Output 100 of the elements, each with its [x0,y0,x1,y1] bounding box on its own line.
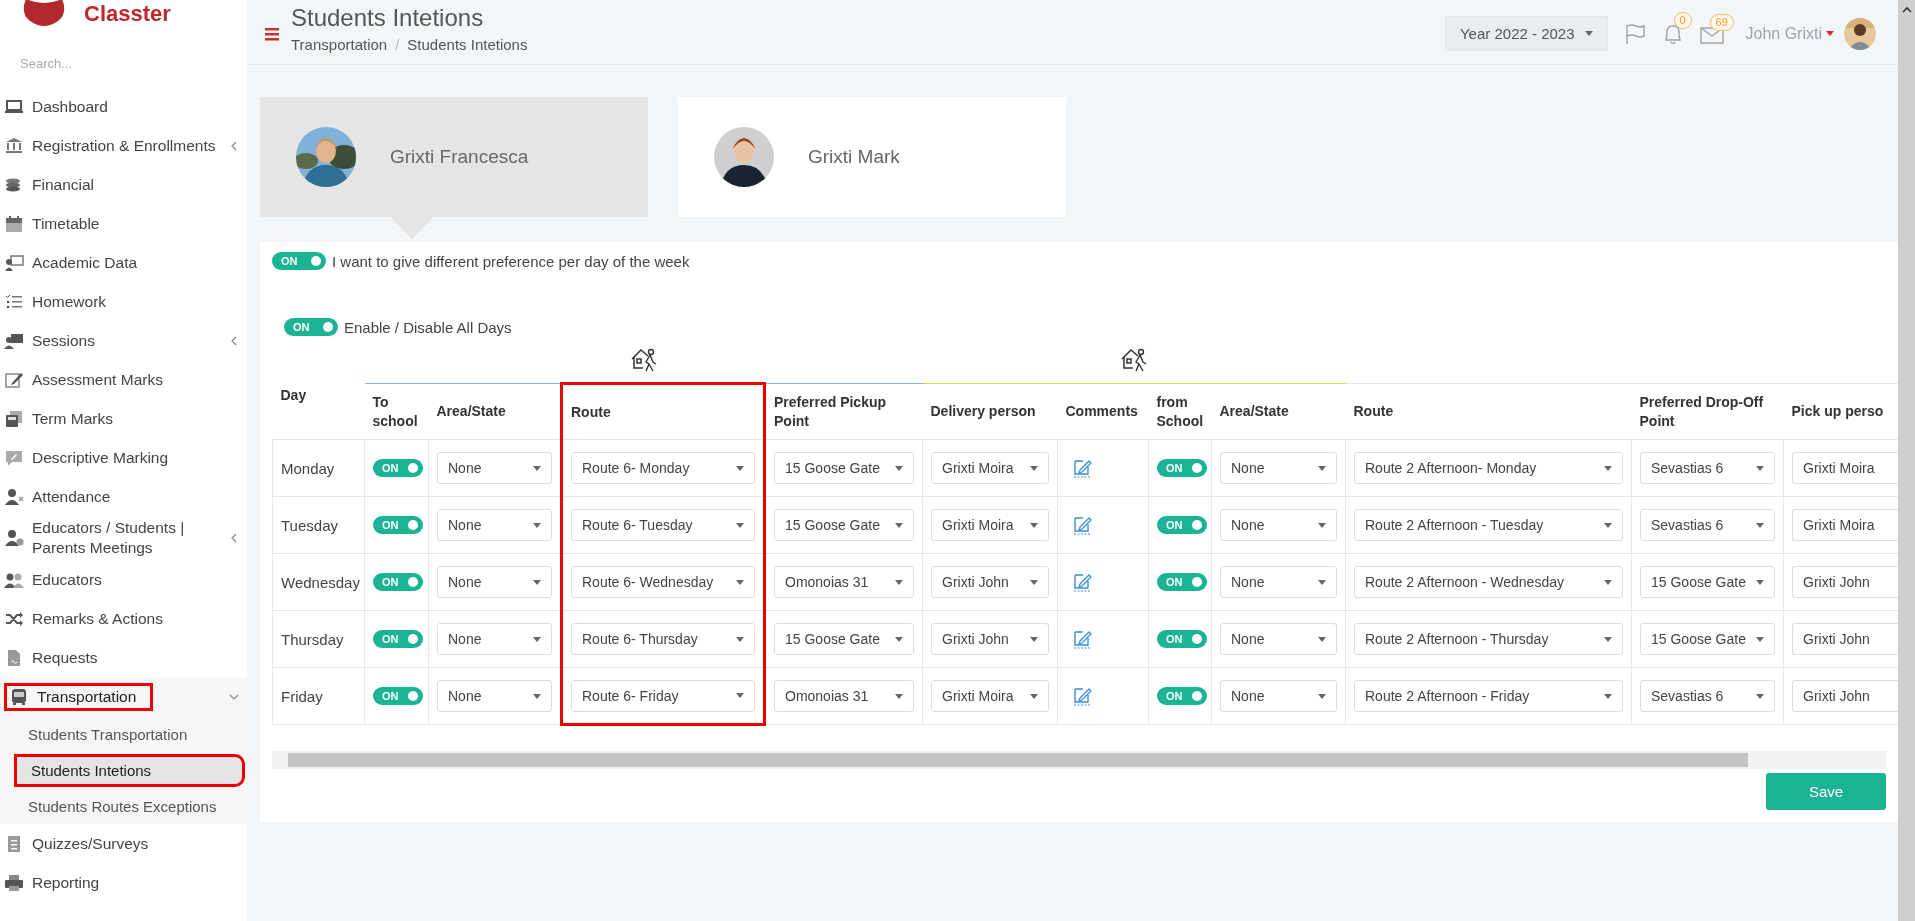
dropdown[interactable]: Route 2 Afternoon - Thursday [1354,623,1623,655]
student-name: Grixti Francesca [390,146,529,168]
nav-item[interactable]: Timetable [4,211,239,236]
nav-item[interactable]: Assessment Marks [4,367,239,392]
nav-item[interactable]: Requests [4,645,239,670]
dropdown[interactable]: None [1220,452,1337,484]
vertical-scrollbar[interactable] [1898,0,1915,921]
user-x-icon [4,486,24,507]
submenu-item[interactable]: Students Transportation [14,720,194,748]
dropdown[interactable]: None [1220,623,1337,655]
dropdown[interactable]: Grixti John [931,623,1049,655]
flag-icon[interactable] [1623,22,1646,45]
nav-item[interactable]: Transportation [4,682,154,711]
caret-icon [1318,579,1326,585]
dropdown[interactable]: None [437,680,552,712]
dropdown[interactable]: None [437,623,552,655]
dropdown[interactable]: None [1220,509,1337,541]
nav-item[interactable]: Remarks & Actions [4,606,239,631]
dropdown[interactable]: Route 6- Wednesday [571,566,755,598]
dropdown[interactable]: None [437,452,552,484]
nav-item[interactable]: Attendance [4,484,239,509]
dropdown[interactable]: None [437,566,552,598]
nav-item[interactable]: Educators / Students | Parents Meetings [4,516,229,560]
dropdown[interactable]: None [1220,566,1337,598]
dropdown[interactable]: Route 2 Afternoon - Tuesday [1354,509,1623,541]
breadcrumb-link[interactable]: Transportation [291,36,388,53]
dropdown[interactable]: None [437,509,552,541]
caret-icon [1030,693,1038,699]
caret-icon [1756,579,1764,585]
calculator-icon [4,408,24,429]
dropdown[interactable]: Grixti Moira [931,509,1049,541]
dropdown[interactable]: Sevastias 6 [1640,509,1775,541]
nav-item[interactable]: Term Marks [4,406,239,431]
dropdown[interactable]: 15 Goose Gate [774,452,914,484]
edit-icon[interactable] [1074,458,1092,478]
caret-icon [1604,522,1612,528]
caret-icon [736,693,744,698]
nav-item[interactable]: Quizzes/Surveys [4,831,239,856]
dropdown[interactable]: Route 6- Tuesday [571,509,755,541]
dropdown[interactable]: Route 2 Afternoon- Monday [1354,452,1623,484]
breadcrumb-link[interactable]: Students Intetions [407,36,528,53]
dropdown[interactable]: Route 2 Afternoon - Wednesday [1354,566,1623,598]
nav-item[interactable]: Sessions [4,328,229,353]
caret-icon [1604,636,1612,642]
dropdown[interactable]: 15 Goose Gate [774,509,914,541]
house-walker-icon [1120,347,1148,373]
dropdown[interactable]: Route 6- Thursday [571,623,755,655]
caret-icon [1756,636,1764,642]
edit-icon[interactable] [1074,629,1092,649]
nav-item[interactable]: Reporting [4,870,239,895]
nav-item[interactable]: Dashboard [4,94,239,119]
nav-item[interactable]: Descriptive Marking [4,445,239,470]
nav-item[interactable]: Registration & Enrollments [4,133,229,158]
message-badge: 69 [1709,13,1734,31]
dropdown[interactable]: Route 6- Friday [571,679,755,712]
column-header: Route [561,383,765,440]
dropdown[interactable]: 15 Goose Gate [1640,623,1775,655]
dropdown[interactable]: None [1220,680,1337,712]
submenu-item[interactable]: Students Routes Exceptions [14,792,223,820]
caret-icon [1756,522,1764,528]
nav-item[interactable]: Homework [4,289,239,314]
year-dropdown[interactable]: Year 2022 - 2023 [1445,16,1608,51]
day-cell: Friday [272,667,365,725]
chevron-icon[interactable] [229,140,239,151]
caret-icon [895,636,903,642]
nav-item[interactable]: Financial [4,172,239,197]
caret-icon [1318,693,1326,699]
nav-item[interactable]: Academic Data [4,250,239,275]
caret-up-icon[interactable] [1901,6,1912,14]
column-header: Day [272,342,365,440]
dropdown[interactable]: Route 2 Afternoon - Friday [1354,680,1623,712]
column-header: Preferred Pickup Point [764,383,923,440]
caret-icon [1030,465,1038,471]
caret-icon [1318,522,1326,528]
edit-icon[interactable] [1074,515,1092,535]
caret-icon [533,693,541,699]
chevron-icon[interactable] [229,335,239,346]
dropdown[interactable]: 15 Goose Gate [1640,566,1775,598]
dropdown[interactable]: Grixti Moira [931,452,1049,484]
student-card[interactable]: Grixti Francesca [260,97,648,217]
column-header: Preferred Drop-Off Point [1631,383,1784,440]
caret-icon [736,522,744,528]
chevron-icon[interactable] [229,533,239,543]
submenu-item[interactable]: Students Intetions [14,753,245,787]
dropdown[interactable]: Omonoias 31 [774,566,914,598]
nav-item[interactable]: Educators [4,567,239,592]
edit-icon[interactable] [1074,572,1092,592]
caret-icon [1030,522,1038,528]
caret-icon [1318,636,1326,642]
dropdown[interactable]: 15 Goose Gate [774,623,914,655]
dropdown[interactable]: Sevastias 6 [1640,680,1775,712]
dropdown[interactable]: Grixti Moira [931,680,1049,712]
dropdown[interactable]: Route 6- Monday [571,452,755,484]
dropdown[interactable]: Grixti John [931,566,1049,598]
dropdown[interactable]: Omonoias 31 [774,680,914,712]
menu-icon[interactable] [265,28,279,41]
horizontal-scrollbar[interactable] [272,751,1886,769]
dropdown[interactable]: Sevastias 6 [1640,452,1775,484]
student-card[interactable]: Grixti Mark [678,97,1066,217]
edit-icon[interactable] [1074,686,1092,706]
